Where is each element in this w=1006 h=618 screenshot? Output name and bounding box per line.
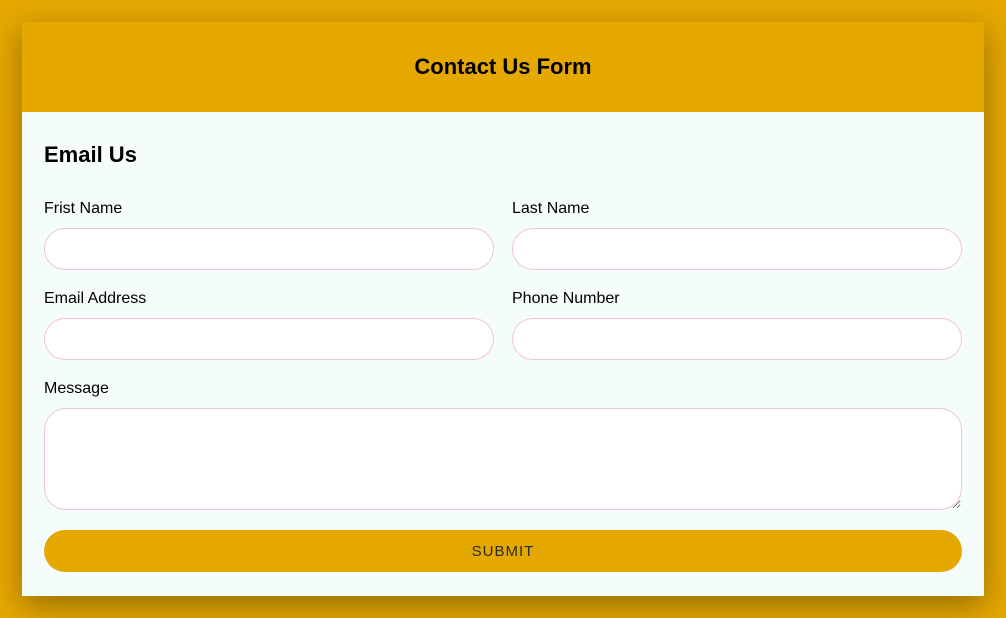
section-title: Email Us [44,142,962,168]
col-phone: Phone Number [512,290,962,360]
row-contact: Email Address Phone Number [44,290,962,360]
submit-button[interactable]: SUBMIT [44,530,962,572]
row-name: Frist Name Last Name [44,200,962,270]
col-first-name: Frist Name [44,200,494,270]
col-message: Message [44,380,962,510]
phone-label: Phone Number [512,290,962,308]
first-name-input[interactable] [44,228,494,270]
card-header: Contact Us Form [22,22,984,112]
card-body: Email Us Frist Name Last Name Email Addr… [22,112,984,596]
phone-input[interactable] [512,318,962,360]
message-textarea[interactable] [44,408,962,510]
last-name-input[interactable] [512,228,962,270]
col-email: Email Address [44,290,494,360]
last-name-label: Last Name [512,200,962,218]
first-name-label: Frist Name [44,200,494,218]
page-title: Contact Us Form [22,54,984,80]
email-label: Email Address [44,290,494,308]
col-last-name: Last Name [512,200,962,270]
email-input[interactable] [44,318,494,360]
message-label: Message [44,380,962,398]
contact-card: Contact Us Form Email Us Frist Name Last… [22,22,984,596]
